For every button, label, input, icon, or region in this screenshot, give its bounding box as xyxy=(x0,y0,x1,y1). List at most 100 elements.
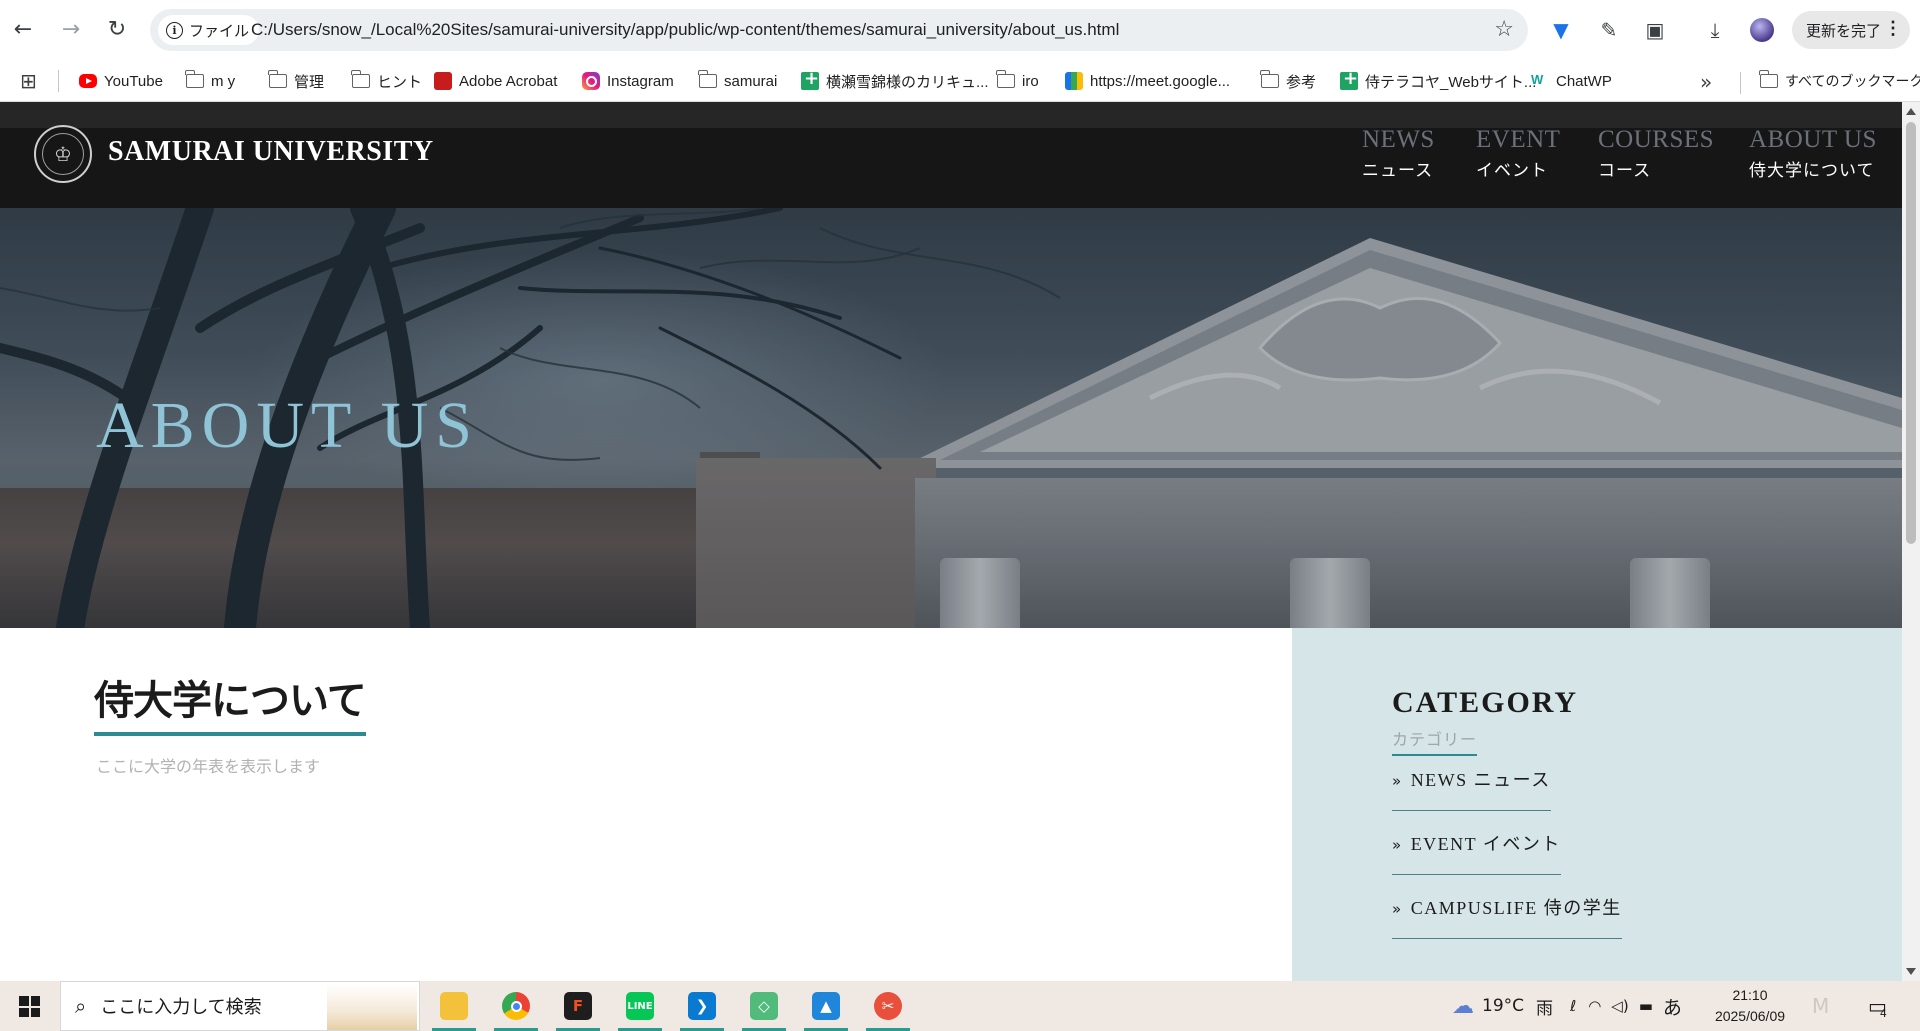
windows-start-icon[interactable] xyxy=(19,996,40,1017)
arrow-left-icon: ← xyxy=(13,16,33,42)
nav-news-en: NEWS xyxy=(1362,126,1435,153)
category-item-event[interactable]: » EVENT イベント xyxy=(1392,830,1561,875)
taskbar-photos[interactable]: ▲ xyxy=(800,984,852,1031)
tray-icons: ℓ ◠ ◁) ▬ あ xyxy=(1570,981,1682,1031)
acrobat-icon xyxy=(434,72,452,90)
category-title: CATEGORY xyxy=(1392,686,1579,719)
scroll-up-icon[interactable] xyxy=(1906,108,1916,115)
extensions-puzzle-icon[interactable]: ▣ xyxy=(1640,15,1670,45)
wifi-icon[interactable]: ◠ xyxy=(1588,997,1601,1015)
apps-grid-icon: ⊞ xyxy=(20,69,37,93)
clock-time: 21:10 xyxy=(1732,987,1768,1003)
more-bookmarks-icon[interactable]: » xyxy=(1700,70,1712,94)
taskbar-figma[interactable]: F xyxy=(552,984,604,1031)
hero-banner: ABOUT US xyxy=(0,208,1902,628)
bookmark-sanko[interactable]: 参考 xyxy=(1260,66,1317,96)
category-item-news[interactable]: » NEWS ニュース xyxy=(1392,766,1551,811)
line-icon: LINE xyxy=(626,992,654,1020)
weather-widget[interactable]: ☁ 19°C 雨 xyxy=(1452,981,1553,1031)
bookmark-samurai[interactable]: samurai xyxy=(698,66,777,96)
clock-date: 2025/06/09 xyxy=(1714,1008,1786,1024)
pen-icon[interactable]: ℓ xyxy=(1570,997,1576,1015)
hero-title: ABOUT US xyxy=(96,389,480,462)
taskbar-snipping[interactable]: ✂ xyxy=(862,984,914,1031)
reload-icon: ↻ xyxy=(107,16,127,42)
taskbar-search-box[interactable]: ⌕ ここに入力して検索 xyxy=(60,981,420,1031)
profile-avatar[interactable] xyxy=(1750,18,1774,42)
taskbar-vscode[interactable]: ❯ xyxy=(676,984,728,1031)
menu-kebab-icon: ⋮ xyxy=(1884,18,1902,38)
nav-news[interactable]: NEWS ニュース xyxy=(1362,126,1435,181)
search-highlight-illustration[interactable] xyxy=(327,984,417,1030)
bookmark-label: 参考 xyxy=(1286,73,1317,91)
nav-about-us[interactable]: ABOUT US 侍大学について xyxy=(1749,126,1877,181)
bookmark-hint[interactable]: ヒント xyxy=(351,66,422,96)
taskbar-chrome[interactable] xyxy=(490,984,542,1031)
url-text[interactable]: C:/Users/snow_/Local%20Sites/samurai-uni… xyxy=(251,20,1119,40)
info-icon: i xyxy=(166,21,183,39)
bookmark-curriculum[interactable]: 横瀬雪錦様のカリキュ... xyxy=(801,66,989,96)
back-button[interactable]: ← xyxy=(6,12,40,46)
arrow-right-icon: → xyxy=(61,16,81,42)
nav-event[interactable]: EVENT イベント xyxy=(1476,126,1560,181)
bookmark-acrobat[interactable]: Adobe Acrobat xyxy=(434,66,557,96)
weather-temperature: 19°C xyxy=(1482,996,1525,1016)
m-app-icon[interactable]: M xyxy=(1812,981,1829,1031)
volume-icon[interactable]: ◁) xyxy=(1611,997,1628,1015)
taskbar-localwp[interactable]: ◇ xyxy=(738,984,790,1031)
bookmark-my[interactable]: m y xyxy=(185,66,235,96)
update-button[interactable]: 更新を完了 ⋮ xyxy=(1792,11,1910,49)
category-item-campuslife[interactable]: » CAMPUSLIFE 侍の学生 xyxy=(1392,894,1622,939)
nav-event-ja: イベント xyxy=(1476,161,1548,181)
double-chevron-right-icon: » xyxy=(1392,836,1403,854)
bookmark-meet[interactable]: https://meet.google... xyxy=(1065,66,1230,96)
taskbar-line[interactable]: LINE xyxy=(614,984,666,1031)
meet-icon xyxy=(1065,72,1083,90)
nav-courses[interactable]: COURSES コース xyxy=(1598,126,1714,181)
folder-icon xyxy=(351,70,370,88)
vscode-icon: ❯ xyxy=(688,992,716,1020)
page-scrollbar[interactable] xyxy=(1902,102,1920,981)
extension-v-icon[interactable]: ▼ xyxy=(1546,15,1576,45)
nav-courses-ja: コース xyxy=(1598,161,1652,181)
all-bookmarks-label: すべてのブックマーク xyxy=(1785,73,1920,89)
reload-button[interactable]: ↻ xyxy=(100,12,134,46)
page-body-text: ここに大学の年表を表示します xyxy=(96,757,321,776)
nav-courses-en: COURSES xyxy=(1598,126,1715,153)
bookmark-terakoya[interactable]: 侍テラコヤ_Webサイト... xyxy=(1340,66,1536,96)
double-chevron-right-icon: » xyxy=(1392,900,1403,918)
bookmark-label: Adobe Acrobat xyxy=(459,72,558,90)
apps-grid-button[interactable]: ⊞ xyxy=(20,66,37,96)
bookmark-star-icon[interactable]: ☆ xyxy=(1494,17,1514,42)
bookmark-kanri[interactable]: 管理 xyxy=(268,66,324,96)
nav-about-us-en: ABOUT US xyxy=(1749,126,1877,153)
folder-icon xyxy=(185,70,204,88)
battery-icon[interactable]: ▬ xyxy=(1639,997,1653,1015)
download-icon[interactable]: ⤓ xyxy=(1700,15,1730,45)
scroll-thumb[interactable] xyxy=(1906,122,1916,544)
eyedropper-icon[interactable]: ✎ xyxy=(1594,15,1624,45)
ime-indicator[interactable]: あ xyxy=(1663,993,1682,1020)
all-bookmarks[interactable]: すべてのブックマーク xyxy=(1759,66,1920,96)
bookmark-chatwp[interactable]: W ChatWP xyxy=(1531,66,1612,96)
bookmark-label: YouTube xyxy=(104,72,163,90)
university-logo[interactable]: ♔ xyxy=(34,125,92,183)
bookmark-label: ChatWP xyxy=(1556,72,1612,90)
site-info-chip[interactable]: i ファイル xyxy=(158,15,260,45)
bookmark-youtube[interactable]: YouTube xyxy=(79,66,163,96)
notification-center[interactable]: ▭ 4 xyxy=(1868,981,1887,1031)
bookmark-label: 侍テラコヤ_Webサイト... xyxy=(1365,73,1537,91)
nav-about-us-ja: 侍大学について xyxy=(1749,161,1875,181)
bookmark-iro[interactable]: iro xyxy=(996,66,1039,96)
address-bar[interactable]: i ファイル C:/Users/snow_/Local%20Sites/samu… xyxy=(150,9,1528,51)
forward-button[interactable]: → xyxy=(54,12,88,46)
weather-description: 雨 xyxy=(1536,998,1554,1019)
taskbar-clock[interactable]: 21:10 2025/06/09 xyxy=(1706,985,1794,1027)
taskbar-file-explorer[interactable] xyxy=(428,984,480,1031)
search-icon: ⌕ xyxy=(75,994,87,1018)
bookmark-instagram[interactable]: Instagram xyxy=(582,66,674,96)
category-item-label: NEWS ニュース xyxy=(1410,770,1551,790)
site-title[interactable]: SAMURAI UNIVERSITY xyxy=(108,136,434,168)
folder-icon xyxy=(996,70,1015,88)
scroll-down-icon[interactable] xyxy=(1906,968,1916,975)
